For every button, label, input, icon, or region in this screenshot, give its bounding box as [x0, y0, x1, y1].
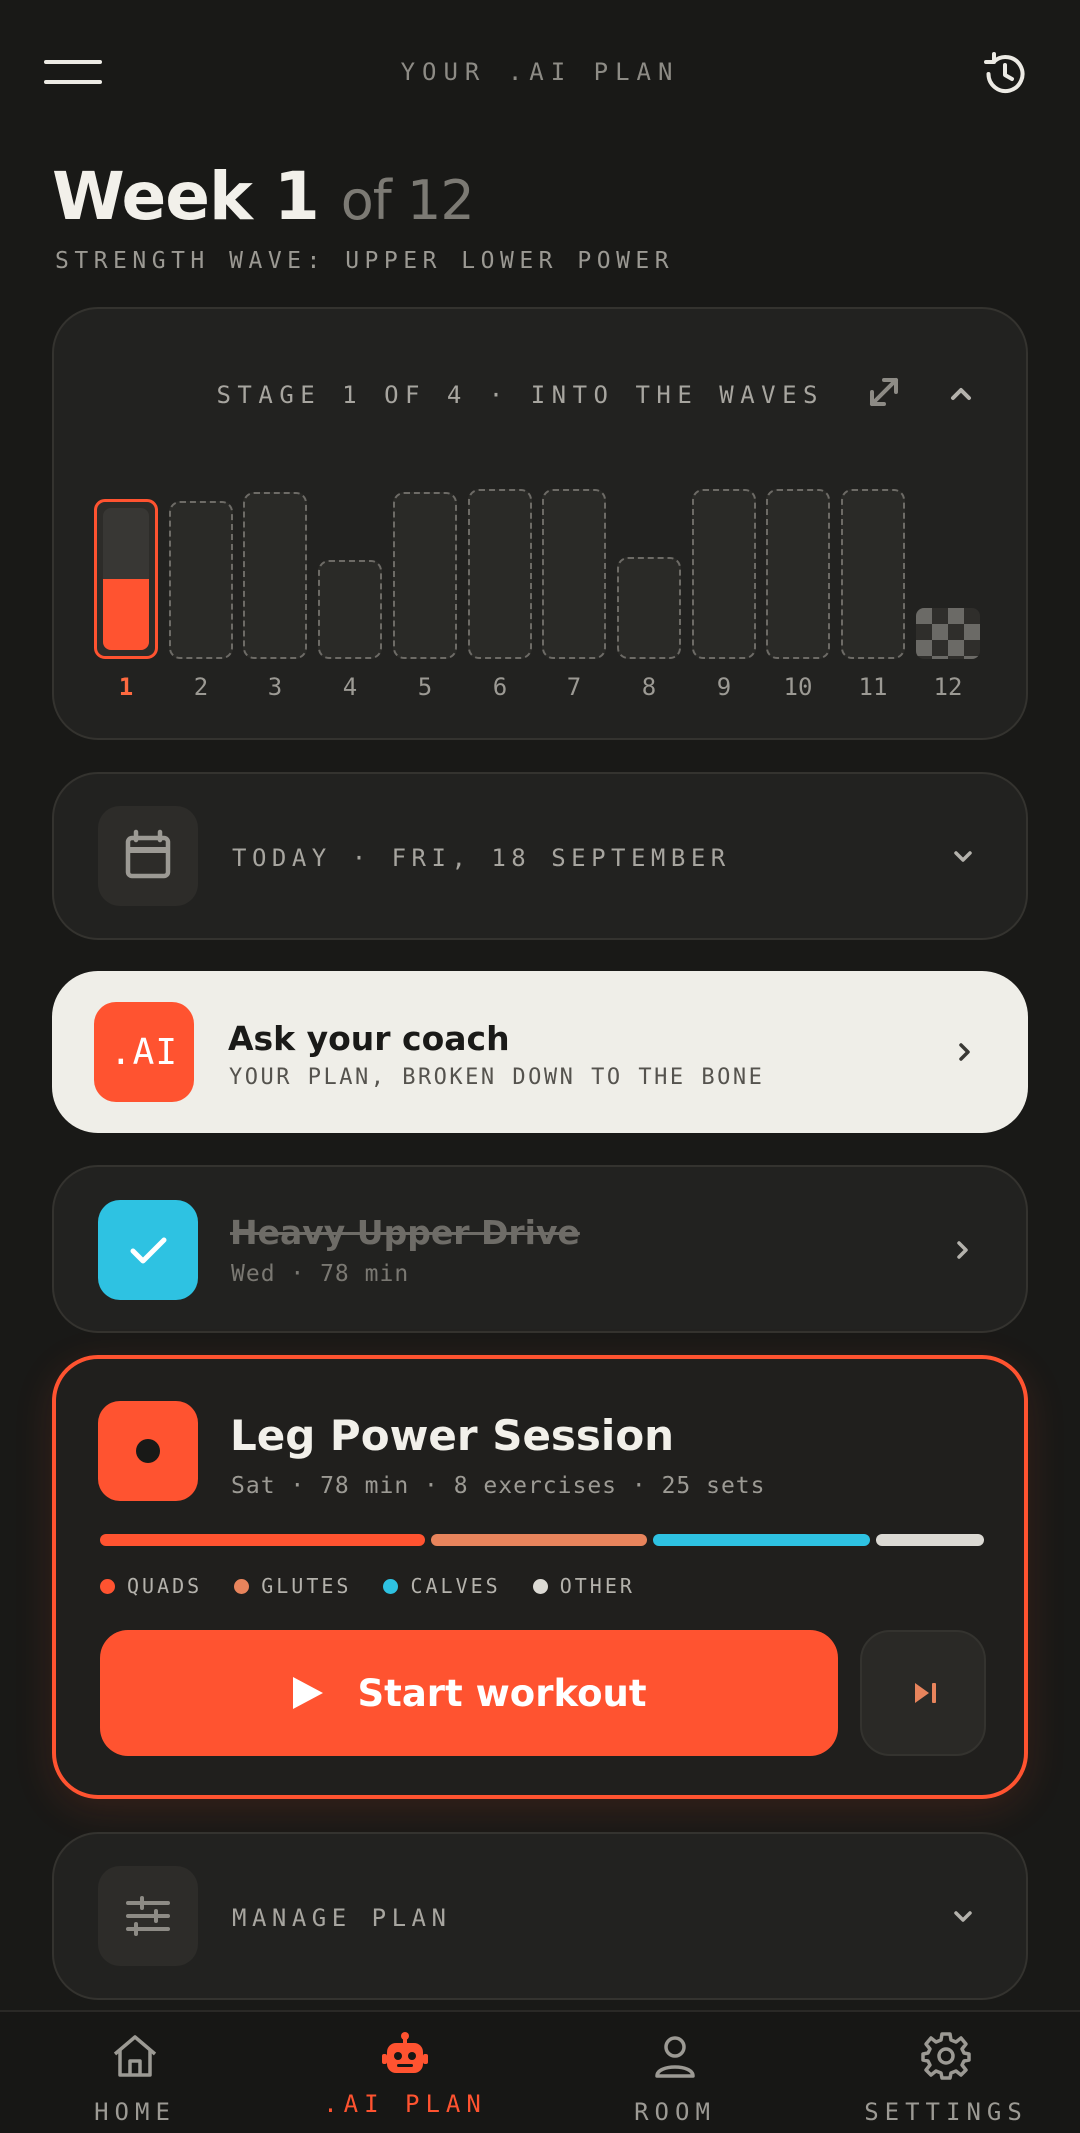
calendar-icon [98, 806, 198, 906]
legend-label: CALVES [410, 1574, 501, 1598]
muscle-distribution-bar [100, 1534, 984, 1546]
muscle-segment-glutes [430, 1534, 648, 1546]
nav-ai-plan-label: .AI PLAN [323, 2090, 487, 2118]
today-card[interactable]: TODAY · FRI, 18 SEPTEMBER [52, 772, 1028, 940]
week-tick-label: 1 [118, 673, 134, 701]
record-icon [98, 1401, 198, 1501]
legend-label: OTHER [559, 1574, 635, 1598]
ask-coach-card[interactable]: .AI Ask your coach YOUR PLAN, BROKEN DOW… [52, 971, 1028, 1133]
manage-plan-card[interactable]: MANAGE PLAN [52, 1832, 1028, 2000]
top-bar: YOUR .AI PLAN [0, 0, 1080, 150]
legend-label: GLUTES [261, 1574, 352, 1598]
gear-icon [921, 2032, 971, 2080]
play-icon [293, 1677, 324, 1709]
completed-workout-card[interactable]: Heavy Upper Drive Wed · 78 min [52, 1165, 1028, 1333]
muscle-segment-quads [100, 1534, 425, 1546]
home-icon [113, 2035, 157, 2077]
week-bar-3[interactable] [243, 492, 307, 659]
week-tick-label: 2 [193, 673, 209, 701]
nav-home-label: HOME [94, 2098, 176, 2126]
week-tick-label: 6 [492, 673, 508, 701]
ai-badge: .AI [94, 1002, 194, 1102]
muscle-legend: QUADS GLUTES CALVES OTHER [100, 1572, 667, 1600]
week-total: of 12 [340, 169, 475, 232]
stage-label: STAGE 1 OF 4 · INTO THE WAVES [216, 381, 824, 409]
week-title: Week 1 of 12 [52, 158, 475, 235]
chevron-right-icon [946, 1233, 980, 1267]
robot-icon [382, 2032, 428, 2073]
app-title: YOUR .AI PLAN [400, 58, 680, 86]
week-number: Week 1 [52, 158, 320, 235]
week-bar-2[interactable] [169, 501, 233, 659]
manage-plan-label: MANAGE PLAN [232, 1904, 452, 1932]
nav-room-label: ROOM [634, 2098, 716, 2126]
week-tick-label: 7 [566, 673, 582, 701]
week-bar-6[interactable] [468, 489, 532, 659]
chevron-right-icon [948, 1035, 982, 1069]
chevron-down-icon[interactable] [946, 840, 980, 874]
week-bar-5[interactable] [393, 492, 457, 659]
next-session-card[interactable]: Leg Power Session Sat · 78 min · 8 exerc… [52, 1355, 1028, 1799]
chevron-up-icon[interactable] [942, 375, 980, 413]
week-tick-label: 4 [342, 673, 358, 701]
week-tick-label: 3 [267, 673, 283, 701]
nav-settings[interactable]: SETTINGS [836, 2012, 1056, 2133]
legend-swatch [532, 1578, 548, 1594]
session-meta: Sat · 78 min · 8 exercises · 25 sets [231, 1473, 766, 1499]
sliders-icon [98, 1866, 198, 1966]
legend-label: QUADS [127, 1574, 203, 1598]
coach-title: Ask your coach [228, 1019, 510, 1058]
session-title: Leg Power Session [230, 1411, 675, 1460]
skip-next-icon[interactable] [860, 1630, 986, 1756]
legend-item-calves: CALVES [383, 1574, 500, 1598]
stage-card: STAGE 1 OF 4 · INTO THE WAVES 1234567891… [52, 307, 1028, 740]
completed-workout-meta: Wed · 78 min [231, 1261, 410, 1287]
coach-subtitle: YOUR PLAN, BROKEN DOWN TO THE BONE [229, 1065, 765, 1090]
chevron-down-icon[interactable] [946, 1900, 980, 1934]
person-icon [655, 2036, 695, 2078]
bottom-nav: HOME .AI PLAN ROOM SETTINGS [0, 2010, 1080, 2133]
check-icon [98, 1200, 198, 1300]
week-bar-9[interactable] [692, 489, 756, 659]
week-tick-label: 8 [641, 673, 657, 701]
start-workout-label: Start workout [357, 1671, 647, 1715]
week-bar-4[interactable] [318, 560, 382, 659]
expand-icon[interactable] [864, 372, 904, 412]
week-bar-12[interactable] [916, 608, 980, 659]
week-bar-11[interactable] [841, 489, 905, 659]
today-label: TODAY · FRI, 18 SEPTEMBER [232, 844, 731, 872]
muscle-segment-other [876, 1534, 984, 1546]
nav-ai-plan[interactable]: .AI PLAN [295, 2012, 515, 2133]
program-name: STRENGTH WAVE: UPPER LOWER POWER [55, 248, 675, 274]
week-bar-7[interactable] [542, 489, 606, 659]
legend-item-quads: QUADS [100, 1574, 202, 1598]
week-progress-fill [103, 579, 149, 650]
legend-swatch [100, 1578, 115, 1594]
legend-item-glutes: GLUTES [234, 1574, 351, 1598]
week-tick-label: 9 [716, 673, 732, 701]
week-bar-10[interactable] [766, 489, 830, 659]
week-tick-label: 5 [417, 673, 433, 701]
history-icon[interactable] [980, 50, 1028, 98]
week-bar-1[interactable] [94, 499, 158, 659]
week-tick-label: 10 [783, 673, 813, 701]
week-bar-8[interactable] [617, 557, 681, 659]
legend-swatch [383, 1578, 399, 1594]
week-progress-chart: 1 2 3 4 5 6 7 8 9 10 11 12 [94, 469, 994, 709]
week-tick-label: 12 [933, 673, 963, 701]
nav-home[interactable]: HOME [25, 2012, 245, 2133]
completed-workout-title: Heavy Upper Drive [230, 1213, 580, 1252]
week-tick-label: 11 [858, 673, 888, 701]
legend-swatch [234, 1578, 250, 1594]
start-workout-button[interactable]: Start workout [100, 1630, 838, 1756]
legend-item-other: OTHER [532, 1574, 635, 1598]
nav-settings-label: SETTINGS [864, 2098, 1028, 2126]
muscle-segment-calves [653, 1534, 871, 1546]
nav-room[interactable]: ROOM [565, 2012, 785, 2133]
